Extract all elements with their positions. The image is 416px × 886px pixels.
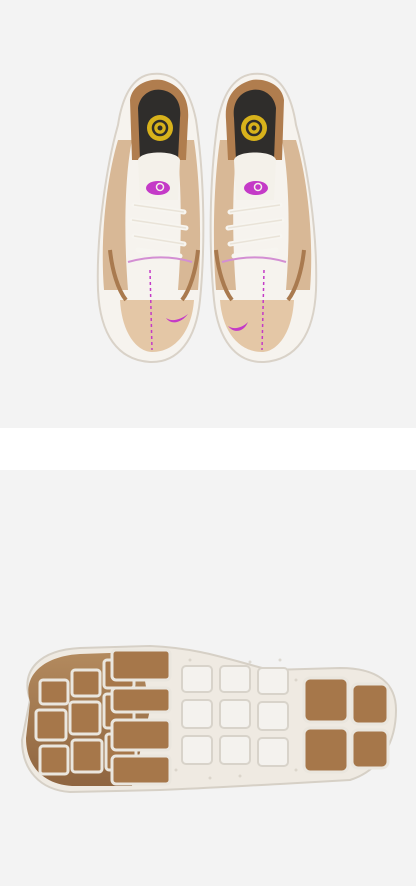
shoe-pair-top-view bbox=[96, 72, 318, 364]
image-divider bbox=[0, 428, 416, 470]
moving-co-logo-right bbox=[241, 115, 267, 141]
shoe-sole-view-panel bbox=[0, 470, 416, 886]
midfoot-white-lugs bbox=[181, 665, 289, 767]
left-shoe bbox=[96, 72, 205, 364]
moving-co-logo bbox=[147, 115, 173, 141]
tongue-snail-badge bbox=[146, 181, 170, 195]
right-shoe bbox=[209, 72, 318, 364]
tongue-snail-badge-right bbox=[244, 181, 268, 195]
shoe-top-view-panel bbox=[0, 0, 416, 428]
outsole-view bbox=[20, 644, 398, 794]
